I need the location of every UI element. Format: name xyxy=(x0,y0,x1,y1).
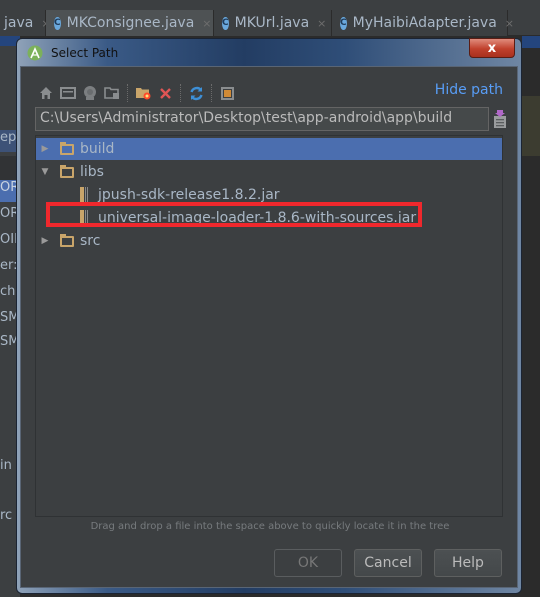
clipboard-icon xyxy=(494,110,506,128)
close-icon[interactable]: × xyxy=(505,17,514,30)
dialog-title-bar[interactable]: Select Path xyxy=(27,43,118,63)
cancel-button[interactable]: Cancel xyxy=(354,549,422,577)
close-icon[interactable]: × xyxy=(202,17,211,30)
desktop-icon[interactable] xyxy=(57,83,79,103)
tab-label: MKConsignee.java xyxy=(66,15,195,31)
tree-node-label: jpush-sdk-release1.8.2.jar xyxy=(98,187,280,203)
tree-node-jpush-jar[interactable]: jpush-sdk-release1.8.2.jar xyxy=(36,184,502,206)
screen: java × C MKConsignee.java × C MKUrl.java… xyxy=(0,0,540,597)
tab-label: MyHaibiAdapter.java xyxy=(352,15,497,31)
editor-header-edge xyxy=(522,36,540,48)
tab-label: MKUrl.java xyxy=(234,15,310,31)
expand-arrow-icon[interactable]: ▶ xyxy=(40,236,50,246)
android-studio-icon xyxy=(27,45,43,61)
path-history-button[interactable] xyxy=(492,109,508,129)
tree-node-build[interactable]: ▶ build xyxy=(36,138,502,160)
class-icon: C xyxy=(54,16,61,30)
dialog-title: Select Path xyxy=(51,46,119,60)
tree-node-src[interactable]: ▶ src xyxy=(36,230,502,252)
help-button[interactable]: Help xyxy=(434,549,502,577)
tree-node-label: universal-image-loader-1.8.6-with-source… xyxy=(98,210,417,226)
dialog-content: Hide path C:\Users\Administrator\Desktop… xyxy=(20,66,518,588)
jar-icon xyxy=(80,187,90,203)
collapse-arrow-icon[interactable]: ▼ xyxy=(40,167,50,177)
tree-node-universal-image-loader-jar[interactable]: universal-image-loader-1.8.6-with-source… xyxy=(36,207,502,229)
toolbar-separator xyxy=(127,84,128,102)
toolbar-separator xyxy=(180,84,181,102)
editor-tab-bar: java × C MKConsignee.java × C MKUrl.java… xyxy=(0,0,540,36)
drag-drop-hint: Drag and drop a file into the space abov… xyxy=(90,521,450,532)
new-folder-icon[interactable] xyxy=(132,83,154,103)
show-hidden-icon[interactable] xyxy=(216,83,238,103)
toolbar-separator xyxy=(211,84,212,102)
folder-icon xyxy=(60,164,74,178)
folder-icon xyxy=(60,233,74,247)
class-icon: C xyxy=(340,16,347,30)
tree-node-libs[interactable]: ▼ libs xyxy=(36,161,502,183)
home-icon[interactable] xyxy=(35,83,57,103)
editor-highlight-edge xyxy=(522,96,540,156)
tree-node-label: src xyxy=(80,233,101,249)
jar-icon xyxy=(80,210,90,226)
tree-node-label: libs xyxy=(80,164,104,180)
close-icon[interactable]: × xyxy=(317,17,326,30)
tab-myhaibiadapter[interactable]: C MyHaibiAdapter.java × xyxy=(332,10,514,36)
refresh-icon[interactable] xyxy=(185,83,207,103)
close-button[interactable]: x xyxy=(469,38,515,58)
project-folder-icon[interactable] xyxy=(101,83,123,103)
tab-mkconsignee[interactable]: C MKConsignee.java × xyxy=(46,10,214,36)
hide-path-link[interactable]: Hide path xyxy=(435,82,503,98)
file-tree[interactable]: ▶ build ▼ libs jpush-sdk-release1.8.2.ja… xyxy=(35,135,503,517)
folder-icon xyxy=(60,141,74,155)
file-chooser-toolbar xyxy=(35,83,238,103)
class-icon: C xyxy=(222,16,229,30)
close-icon: x xyxy=(487,40,497,56)
tree-node-label: build xyxy=(80,141,115,157)
tab-mkurl[interactable]: C MKUrl.java × xyxy=(214,10,332,36)
path-input[interactable]: C:\Users\Administrator\Desktop\test\app-… xyxy=(35,107,489,131)
ok-button[interactable]: OK xyxy=(274,549,342,577)
delete-icon[interactable] xyxy=(154,83,176,103)
tab-partial-java[interactable]: java × xyxy=(0,10,51,36)
android-module-icon[interactable] xyxy=(79,83,101,103)
expand-arrow-icon[interactable]: ▶ xyxy=(40,144,50,154)
tab-label: java xyxy=(4,15,34,31)
